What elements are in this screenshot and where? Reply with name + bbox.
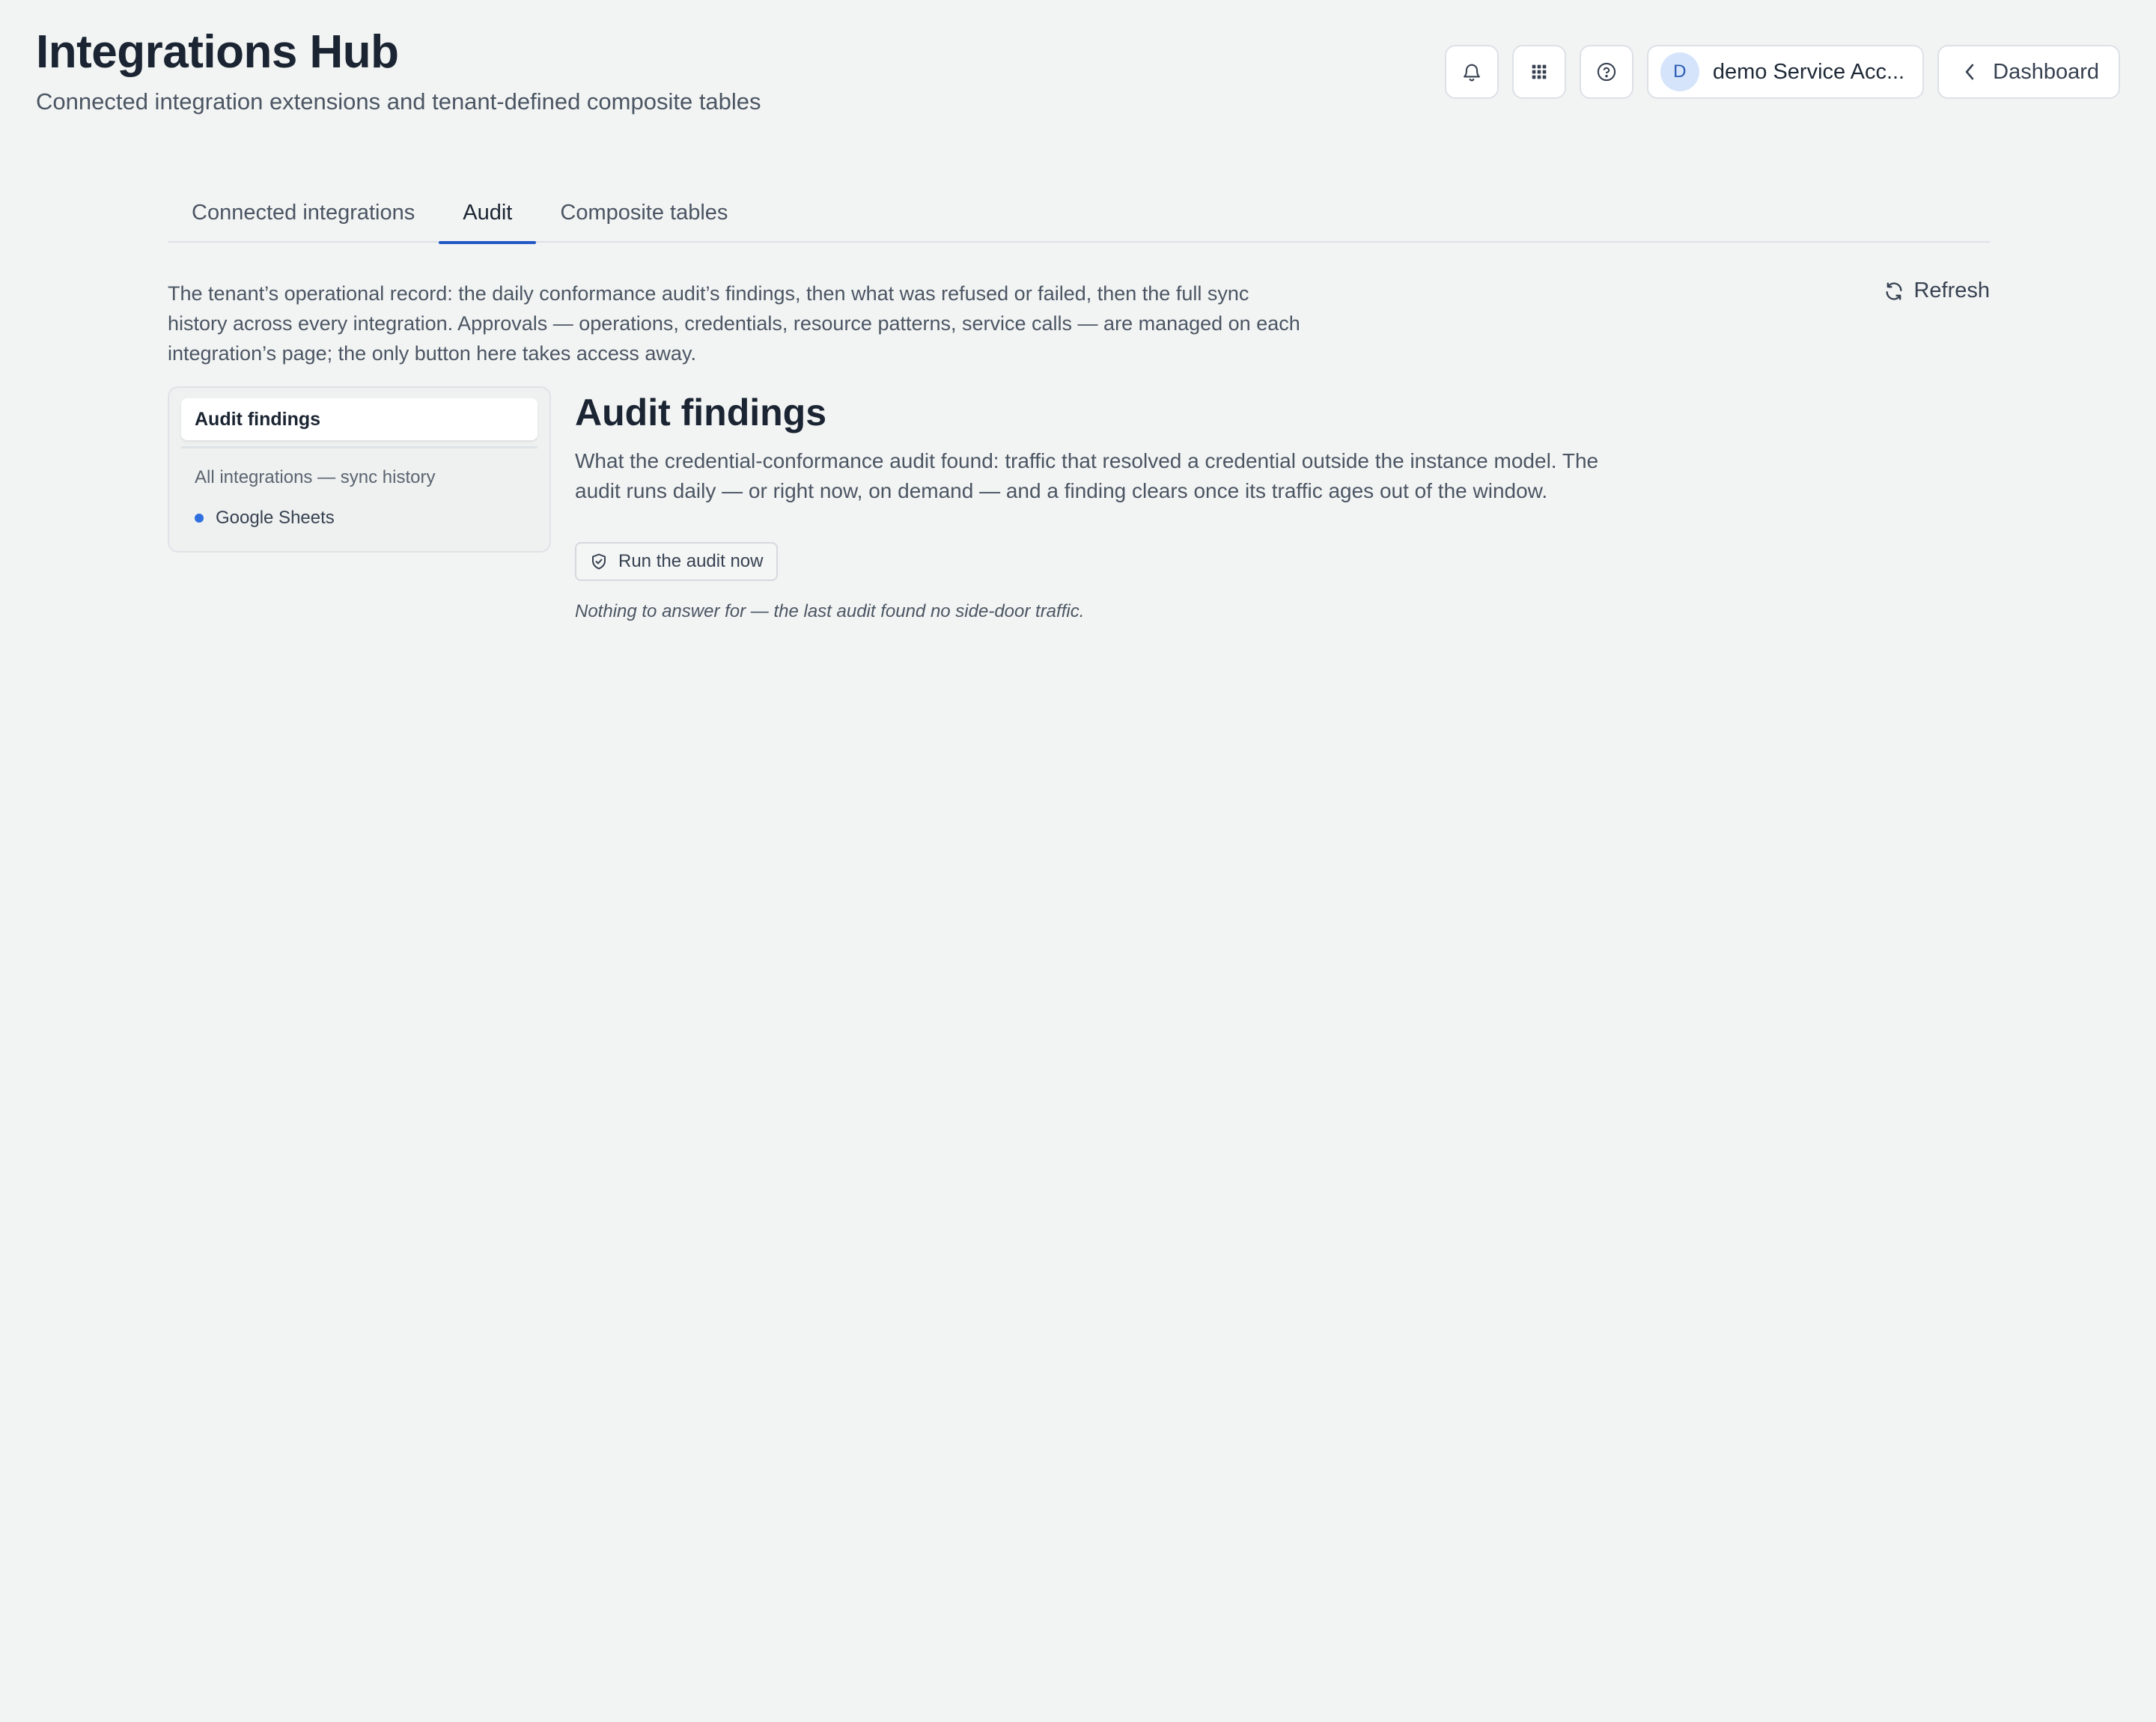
run-audit-button[interactable]: Run the audit now <box>575 542 779 581</box>
refresh-icon <box>1886 282 1902 300</box>
account-menu-button[interactable]: D demo Service Acc... <box>1646 45 1925 99</box>
help-icon <box>1597 62 1616 82</box>
bell-icon <box>1463 64 1480 82</box>
page-title: Integrations Hub <box>36 26 399 78</box>
run-audit-label: Run the audit now <box>618 551 764 571</box>
tab-audit[interactable]: Audit <box>439 190 537 244</box>
sidebar-item-audit-findings[interactable]: Audit findings <box>181 398 538 440</box>
sidebar-item-google-sheets[interactable]: Google Sheets <box>181 505 538 531</box>
avatar: D <box>1660 52 1699 91</box>
notifications-button[interactable] <box>1444 45 1499 99</box>
integrations-hub-page: Integrations Hub Connected integration e… <box>0 0 2156 1722</box>
account-name: demo Service Acc... <box>1712 59 1905 84</box>
apps-button[interactable] <box>1511 45 1566 99</box>
dashboard-back-label: Dashboard <box>1993 59 2099 84</box>
tab-composite-tables[interactable]: Composite tables <box>536 190 752 243</box>
shield-check-icon <box>592 553 606 570</box>
dashboard-back-button[interactable]: Dashboard <box>1937 45 2120 99</box>
refresh-label: Refresh <box>1913 279 1990 302</box>
tab-connected-integrations[interactable]: Connected integrations <box>168 190 439 243</box>
sidebar-item-sync-history[interactable]: All integrations — sync history <box>181 465 538 490</box>
section-title: Audit findings <box>575 392 827 433</box>
apps-grid-icon <box>1532 64 1547 79</box>
header-actions: D demo Service Acc... Dashboard <box>1444 45 2120 99</box>
help-button[interactable] <box>1579 45 1633 99</box>
section-description: What the credential-conformance audit fo… <box>575 449 1599 502</box>
sidebar-item-label: Google Sheets <box>216 508 335 528</box>
chevron-left-icon <box>1965 64 1974 80</box>
page-subtitle: Connected integration extensions and ten… <box>36 88 761 115</box>
empty-state-note: Nothing to answer for — the last audit f… <box>575 601 1085 621</box>
sidebar-divider <box>181 446 538 448</box>
refresh-button[interactable]: Refresh <box>1884 279 1990 303</box>
tab-bar: Connected integrations Audit Composite t… <box>168 190 1990 244</box>
audit-sidebar: Audit findings All integrations — sync h… <box>168 386 551 553</box>
audit-intro-text: The tenant’s operational record: the dai… <box>168 282 1300 365</box>
status-dot <box>195 514 204 523</box>
